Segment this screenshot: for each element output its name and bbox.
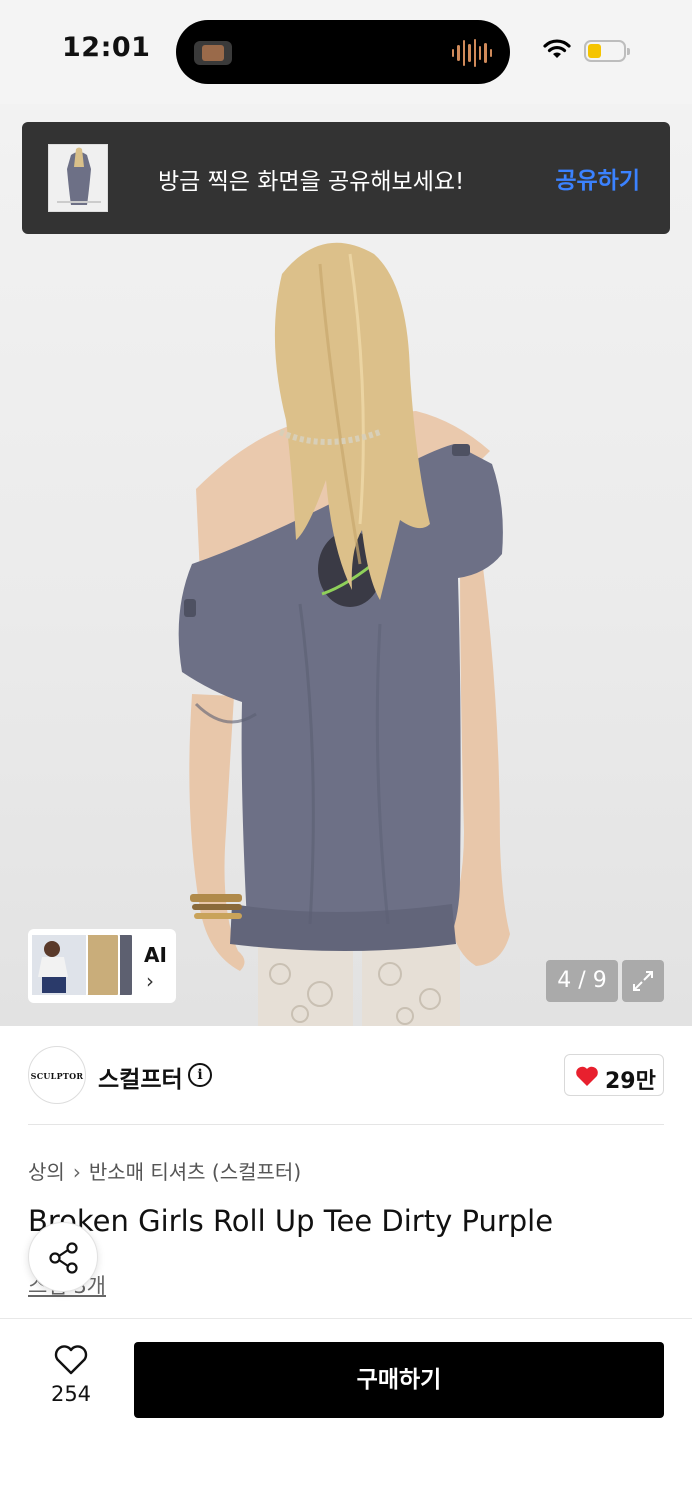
breadcrumb-category[interactable]: 상의 — [28, 1160, 65, 1184]
chevron-right-icon: › — [146, 969, 154, 993]
expand-icon[interactable] — [622, 960, 664, 1002]
toast-message: 방금 찍은 화면을 공유해보세요! — [158, 169, 465, 195]
ai-label: AI — [144, 943, 167, 967]
ai-thumbnail — [30, 933, 88, 997]
bottom-bar-divider — [0, 1318, 692, 1319]
store-like-button[interactable]: 29만 — [564, 1054, 664, 1096]
wishlist-count: 254 — [50, 1382, 92, 1406]
status-time: 12:01 — [62, 32, 151, 63]
ai-recommendation-card[interactable]: AI › — [28, 929, 176, 1003]
image-counter: 4 / 9 — [546, 960, 618, 1002]
battery-icon — [584, 40, 630, 62]
buy-button[interactable]: 구매하기 — [134, 1342, 664, 1418]
store-logo[interactable]: SCULPTOR — [28, 1046, 86, 1104]
divider — [28, 1124, 664, 1125]
wishlist-button[interactable]: 254 — [40, 1344, 102, 1406]
chevron-right-icon: › — [72, 1160, 81, 1184]
dynamic-island — [176, 20, 510, 84]
share-now-button[interactable]: 공유하기 — [555, 161, 640, 195]
product-photo — [178, 242, 510, 1026]
breadcrumb-subcategory[interactable]: 반소매 티셔츠 (스컬프터) — [89, 1160, 301, 1184]
heart-icon — [576, 1066, 598, 1086]
audio-wave-icon — [452, 38, 492, 68]
store-like-count: 29만 — [605, 1069, 656, 1094]
share-icon — [49, 1242, 78, 1274]
screenshot-thumbnail[interactable] — [48, 144, 108, 212]
info-icon[interactable]: i — [188, 1063, 212, 1087]
product-image[interactable]: 4 / 9 — [0, 104, 692, 1026]
product-title: Broken Girls Roll Up Tee Dirty Purple — [28, 1204, 554, 1238]
store-name[interactable]: 스컬프터 — [98, 1060, 183, 1094]
share-button[interactable] — [28, 1222, 98, 1292]
status-bar: 12:01 — [0, 0, 692, 104]
battery-level — [588, 44, 601, 58]
screenshot-share-toast: 방금 찍은 화면을 공유해보세요! 공유하기 — [22, 122, 670, 234]
heart-icon — [54, 1345, 88, 1375]
now-playing-thumbnail — [194, 41, 232, 65]
breadcrumb: 상의 › 반소매 티셔츠 (스컬프터) — [28, 1156, 301, 1185]
wifi-icon — [543, 39, 571, 58]
